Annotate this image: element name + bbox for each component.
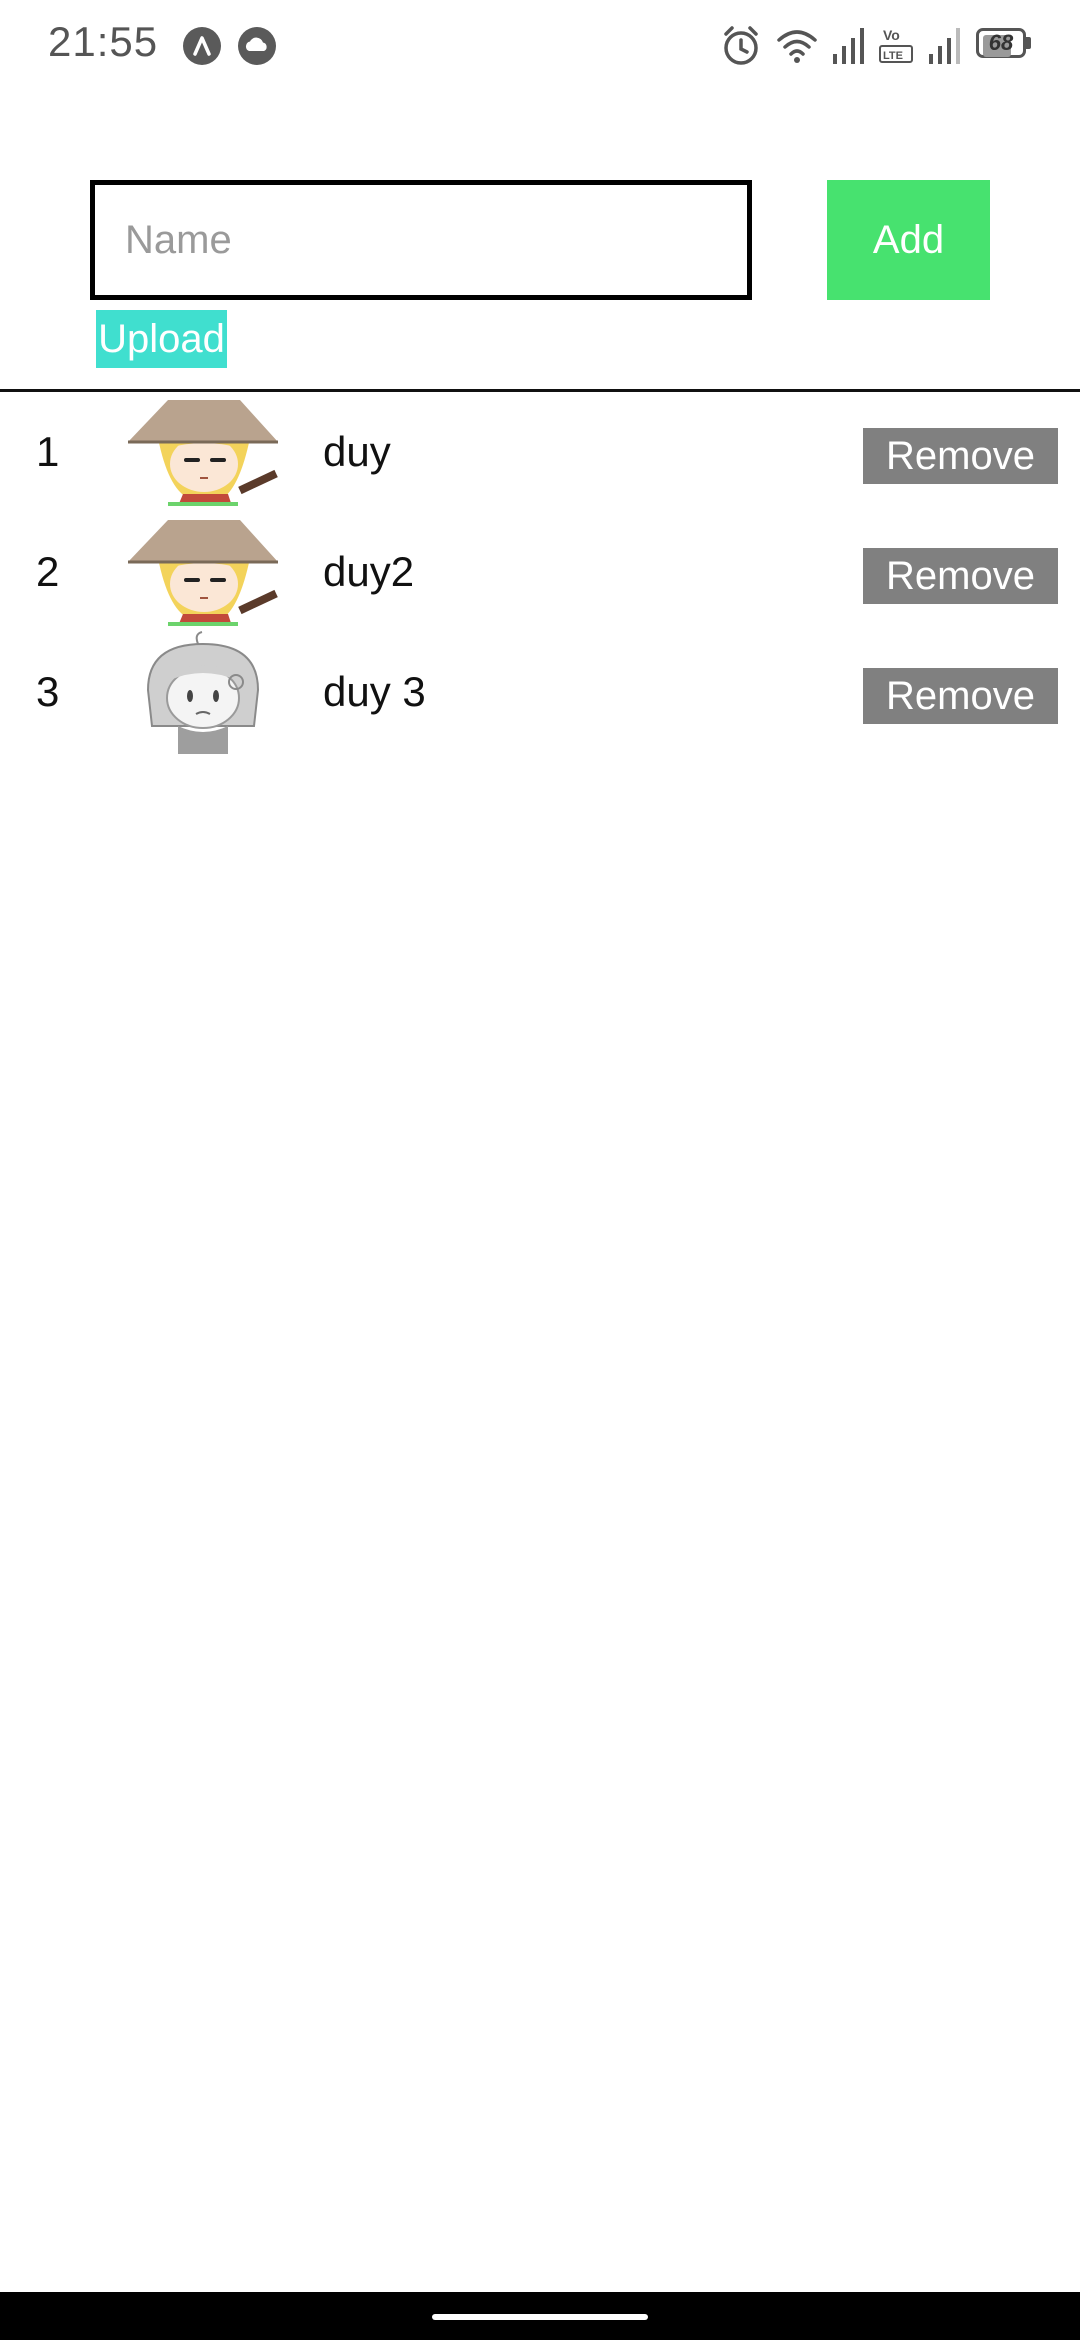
app-notification-icon: [183, 27, 221, 65]
signal-icon: [830, 22, 870, 70]
cloud-notification-icon: [238, 27, 276, 65]
status-bar: 21:55 Vo LTE 68: [0, 0, 1080, 92]
blonde-girl-hat-avatar: [128, 398, 278, 506]
svg-text:LTE: LTE: [883, 50, 903, 62]
item-name: duy2: [323, 548, 415, 595]
status-time: 21:55: [48, 18, 159, 65]
remove-button[interactable]: Remove: [863, 548, 1058, 604]
upload-button[interactable]: Upload: [96, 310, 227, 368]
list-item: 1 duy Remove: [0, 392, 1080, 512]
item-name: duy: [323, 428, 391, 475]
volte-icon: Vo LTE: [877, 22, 917, 70]
grey-girl-avatar: [128, 630, 278, 754]
home-indicator[interactable]: [432, 2314, 648, 2320]
item-index: 1: [36, 428, 60, 475]
name-input[interactable]: [90, 180, 752, 300]
user-list: 1 duy Remove 2 duy2 Remove 3 duy 3 Remov…: [0, 392, 1080, 754]
wifi-icon: [775, 22, 819, 70]
battery-level: 68: [988, 30, 1014, 55]
item-index: 2: [36, 548, 60, 595]
blonde-girl-hat-avatar: [128, 518, 278, 626]
signal-icon-2: [926, 22, 966, 70]
item-index: 3: [36, 668, 60, 715]
list-item: 3 duy 3 Remove: [0, 630, 1080, 754]
navigation-bar: [0, 2292, 1080, 2340]
svg-text:Vo: Vo: [883, 27, 900, 43]
alarm-icon: [720, 22, 762, 70]
add-button[interactable]: Add: [827, 180, 990, 300]
item-name: duy 3: [323, 668, 426, 715]
remove-button[interactable]: Remove: [863, 668, 1058, 724]
list-item: 2 duy2 Remove: [0, 512, 1080, 632]
remove-button[interactable]: Remove: [863, 428, 1058, 484]
